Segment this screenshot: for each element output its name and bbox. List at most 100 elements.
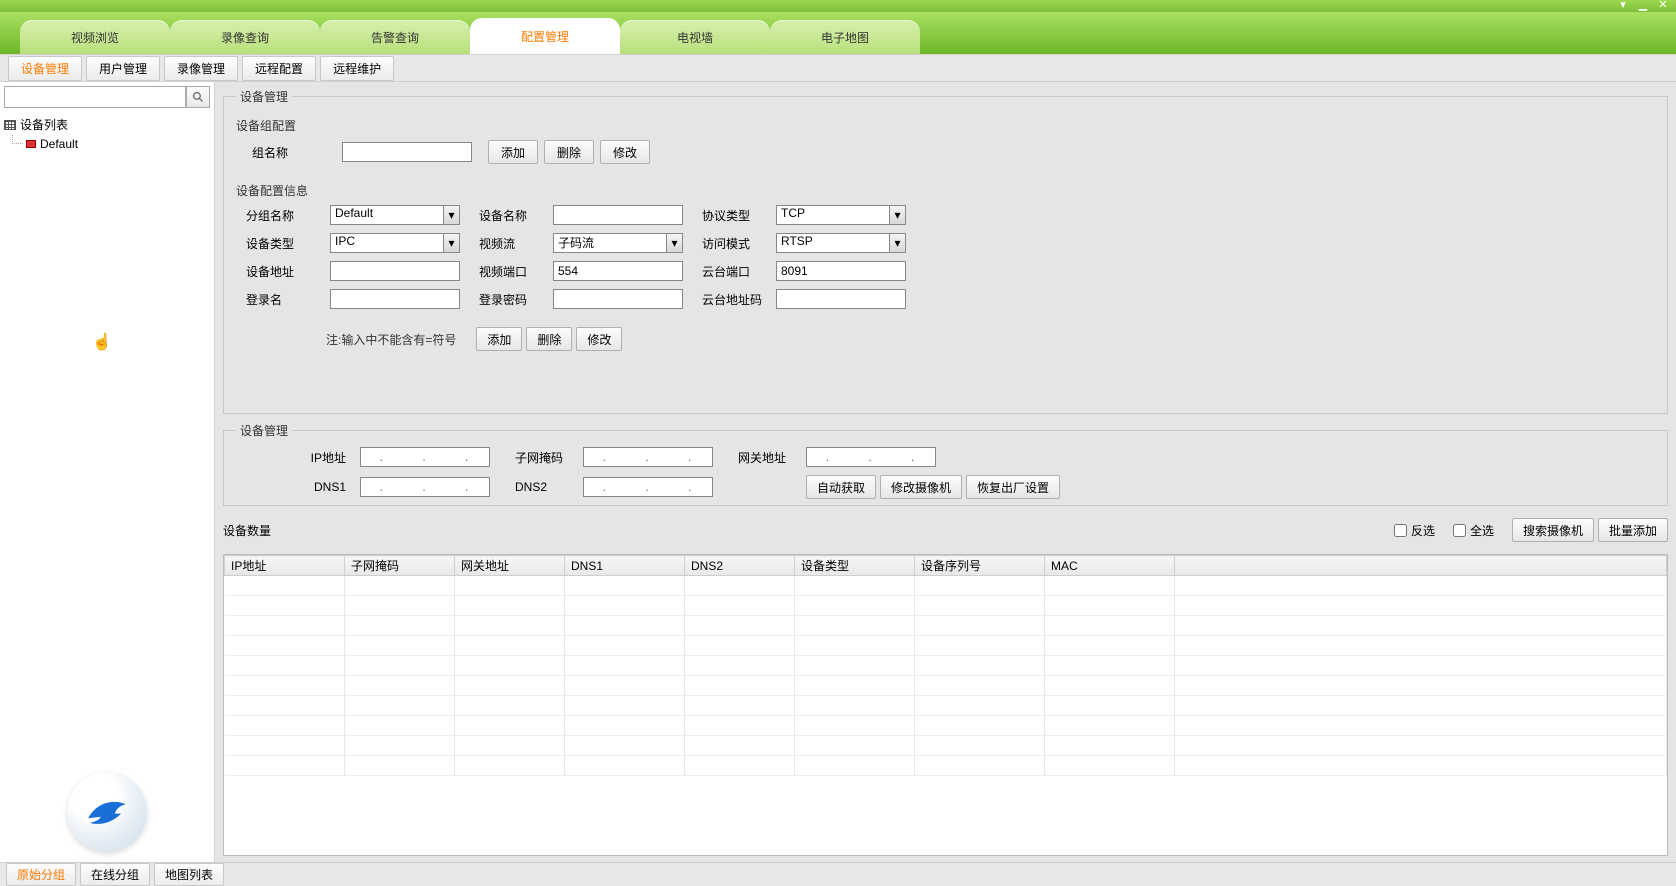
network-legend: 设备管理 — [236, 422, 292, 439]
lbl-login: 登录名 — [246, 291, 316, 308]
th-gw[interactable]: 网关地址 — [455, 556, 565, 576]
lbl-stream: 视频流 — [479, 235, 539, 252]
tab-config-manage[interactable]: 配置管理 — [470, 18, 620, 54]
modify-camera-button[interactable]: 修改摄像机 — [880, 475, 962, 499]
input-addr[interactable] — [330, 261, 460, 281]
tree-item-default[interactable]: Default — [4, 135, 210, 153]
group-name-input[interactable] — [342, 142, 472, 162]
device-table[interactable]: IP地址 子网掩码 网关地址 DNS1 DNS2 设备类型 设备序列号 MAC — [223, 554, 1668, 856]
group-add-button[interactable]: 添加 — [488, 140, 538, 164]
group-modify-button[interactable]: 修改 — [600, 140, 650, 164]
device-delete-button[interactable]: 删除 — [526, 327, 572, 351]
input-dns2[interactable] — [583, 477, 713, 497]
input-devname[interactable] — [553, 205, 683, 225]
table-row[interactable] — [225, 576, 1667, 596]
th-mac[interactable]: MAC — [1045, 556, 1175, 576]
chevron-down-icon: ▾ — [889, 234, 905, 252]
th-dns1[interactable]: DNS1 — [565, 556, 685, 576]
device-modify-button[interactable]: 修改 — [576, 327, 622, 351]
chevron-down-icon: ▾ — [666, 234, 682, 252]
bottom-tab-bar: 原始分组 在线分组 地图列表 — [0, 862, 1676, 886]
table-row[interactable] — [225, 636, 1667, 656]
th-ip[interactable]: IP地址 — [225, 556, 345, 576]
btab-map-list[interactable]: 地图列表 — [154, 863, 224, 886]
subtab-remote-config[interactable]: 远程配置 — [242, 56, 316, 81]
lbl-proto: 协议类型 — [702, 207, 762, 224]
select-access[interactable]: RTSP▾ — [776, 233, 906, 253]
th-dns2[interactable]: DNS2 — [685, 556, 795, 576]
input-login[interactable] — [330, 289, 460, 309]
tab-emap[interactable]: 电子地图 — [770, 20, 920, 54]
search-camera-button[interactable]: 搜索摄像机 — [1512, 518, 1594, 542]
select-proto[interactable]: TCP▾ — [776, 205, 906, 225]
device-sidebar: 设备列表 Default ☝ — [0, 82, 215, 862]
subtab-user-manage[interactable]: 用户管理 — [86, 56, 160, 81]
tab-record-query[interactable]: 录像查询 — [170, 20, 320, 54]
btab-original-group[interactable]: 原始分组 — [6, 863, 76, 886]
subtab-record-manage[interactable]: 录像管理 — [164, 56, 238, 81]
table-row[interactable] — [225, 696, 1667, 716]
table-header-row: IP地址 子网掩码 网关地址 DNS1 DNS2 设备类型 设备序列号 MAC — [225, 556, 1667, 576]
tab-alarm-query[interactable]: 告警查询 — [320, 20, 470, 54]
sub-tab-bar: 设备管理 用户管理 录像管理 远程配置 远程维护 — [0, 54, 1676, 82]
th-serial[interactable]: 设备序列号 — [915, 556, 1045, 576]
dock-icon[interactable]: ▾ — [1614, 0, 1632, 12]
network-fieldset: 设备管理 IP地址 子网掩码 网关地址 DNS1 DNS2 自动获取 修改摄像机… — [223, 422, 1668, 506]
btab-online-group[interactable]: 在线分组 — [80, 863, 150, 886]
search-button[interactable] — [186, 86, 210, 108]
search-input[interactable] — [4, 86, 186, 108]
group-delete-button[interactable]: 删除 — [544, 140, 594, 164]
lbl-addr: 设备地址 — [246, 263, 316, 280]
close-icon[interactable]: ✕ — [1654, 0, 1672, 12]
select-devtype[interactable]: IPC▾ — [330, 233, 460, 253]
table-row[interactable] — [225, 756, 1667, 776]
tree-root[interactable]: 设备列表 — [4, 114, 210, 135]
table-row[interactable] — [225, 736, 1667, 756]
device-add-button[interactable]: 添加 — [476, 327, 522, 351]
input-pwd[interactable] — [553, 289, 683, 309]
table-row[interactable] — [225, 676, 1667, 696]
input-vport[interactable] — [553, 261, 683, 281]
th-devtype[interactable]: 设备类型 — [795, 556, 915, 576]
lbl-mask: 子网掩码 — [509, 449, 569, 466]
input-ip[interactable] — [360, 447, 490, 467]
input-gw[interactable] — [806, 447, 936, 467]
lbl-access: 访问模式 — [702, 235, 762, 252]
title-bar: ▾ ▁ ✕ — [0, 0, 1676, 12]
select-all-checkbox[interactable]: 全选 — [1453, 522, 1494, 539]
tree-root-label: 设备列表 — [20, 116, 68, 133]
tab-tv-wall[interactable]: 电视墙 — [620, 20, 770, 54]
auto-get-button[interactable]: 自动获取 — [806, 475, 876, 499]
group-name-label: 组名称 — [246, 144, 336, 161]
minimize-icon[interactable]: ▁ — [1634, 0, 1652, 12]
lbl-ptzport: 云台端口 — [702, 263, 762, 280]
lbl-dns1: DNS1 — [276, 480, 346, 494]
device-config-title: 设备配置信息 — [236, 182, 1655, 199]
invert-select-checkbox[interactable]: 反选 — [1394, 522, 1435, 539]
subtab-remote-maint[interactable]: 远程维护 — [320, 56, 394, 81]
table-row[interactable] — [225, 716, 1667, 736]
input-dns1[interactable] — [360, 477, 490, 497]
factory-reset-button[interactable]: 恢复出厂设置 — [966, 475, 1060, 499]
input-note: 注:输入中不能含有=符号 — [326, 331, 456, 348]
th-mask[interactable]: 子网掩码 — [345, 556, 455, 576]
table-row[interactable] — [225, 656, 1667, 676]
select-stream[interactable]: 子码流▾ — [553, 233, 683, 253]
chevron-down-icon: ▾ — [889, 206, 905, 224]
select-group[interactable]: Default▾ — [330, 205, 460, 225]
chevron-down-icon: ▾ — [443, 206, 459, 224]
table-row[interactable] — [225, 616, 1667, 636]
lbl-devname: 设备名称 — [479, 207, 539, 224]
device-manage-legend: 设备管理 — [236, 88, 292, 105]
content-area: 设备管理 设备组配置 组名称 添加 删除 修改 设备配置信息 分组名称 Defa… — [215, 82, 1676, 862]
batch-add-button[interactable]: 批量添加 — [1598, 518, 1668, 542]
input-ptzport[interactable] — [776, 261, 906, 281]
device-tree: 设备列表 Default — [4, 114, 210, 153]
subtab-device-manage[interactable]: 设备管理 — [8, 56, 82, 81]
group-config-title: 设备组配置 — [236, 117, 1655, 134]
input-ptzaddr[interactable] — [776, 289, 906, 309]
input-mask[interactable] — [583, 447, 713, 467]
tab-video-preview[interactable]: 视频浏览 — [20, 20, 170, 54]
th-blank[interactable] — [1175, 556, 1667, 576]
table-row[interactable] — [225, 596, 1667, 616]
